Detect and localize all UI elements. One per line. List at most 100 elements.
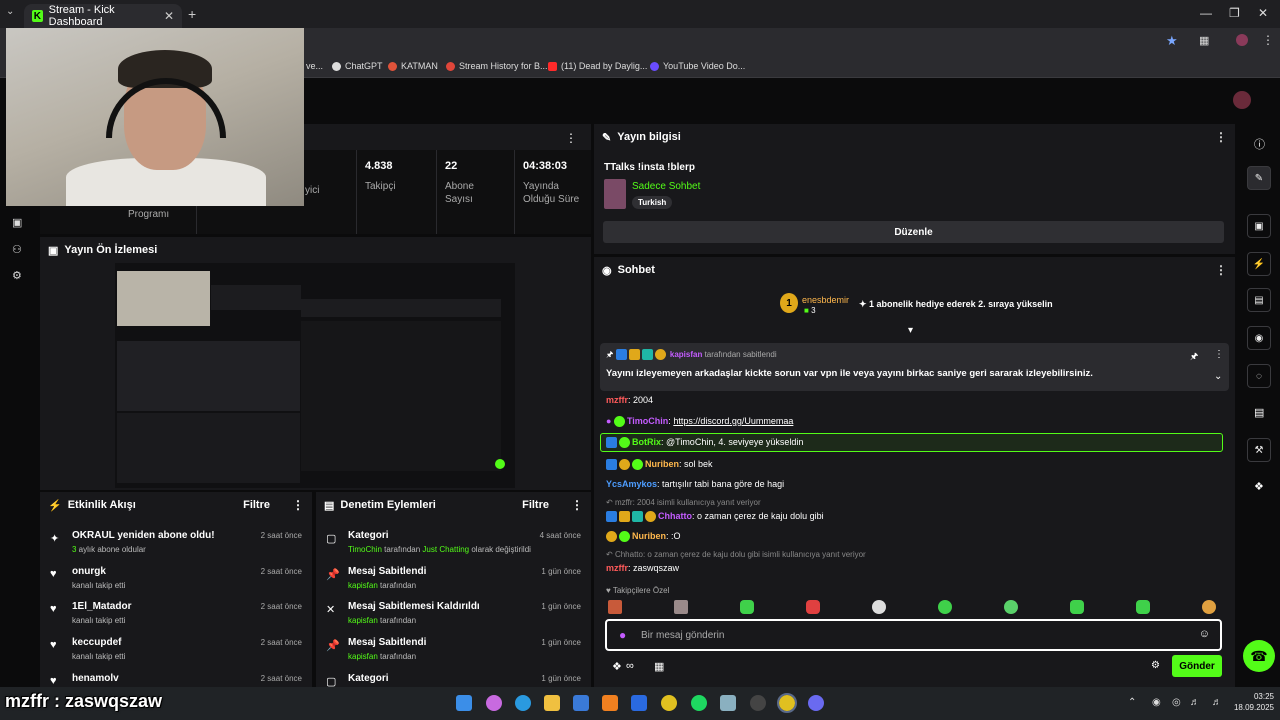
collapse-icon[interactable]: ▾ <box>908 325 913 336</box>
chat-username[interactable]: YcsAmykos <box>606 479 657 489</box>
volume-icon[interactable]: ♬ <box>1190 697 1200 708</box>
emote[interactable] <box>1004 600 1018 614</box>
chrome-icon[interactable] <box>661 695 677 711</box>
chat-username[interactable]: TimoChin <box>627 416 668 426</box>
emote[interactable] <box>608 600 622 614</box>
close-tab-icon[interactable]: ✕ <box>164 9 174 23</box>
file-explorer-icon[interactable] <box>544 695 560 711</box>
send-button[interactable]: Gönder <box>1172 655 1222 677</box>
bookmark-label: (11) Dead by Daylig... <box>561 61 648 71</box>
settings-icon[interactable]: ⚙ <box>12 269 22 282</box>
new-tab-icon[interactable]: + <box>188 6 196 22</box>
chat-kebab-icon[interactable]: ⋮ <box>1215 263 1227 277</box>
vlc-icon[interactable] <box>602 695 618 711</box>
chat-username[interactable]: mzffr <box>606 395 628 405</box>
browser-tab[interactable]: K Stream - Kick Dashboard ✕ <box>24 4 182 28</box>
spotify-icon[interactable] <box>691 695 707 711</box>
expand-icon[interactable]: ⌄ <box>1214 371 1222 382</box>
chat-input[interactable]: ● Bir mesaj gönderin ☺ <box>605 619 1222 651</box>
chat-link[interactable]: https://discord.gg/Uummemaa <box>673 416 793 426</box>
emote[interactable] <box>872 600 886 614</box>
stream-category[interactable]: Sadece Sohbet <box>632 181 700 192</box>
kick-apps-icon[interactable]: ❖ <box>1254 480 1264 493</box>
profile-avatar[interactable] <box>1236 34 1248 46</box>
emoji-icon[interactable]: ☺ <box>1199 628 1210 640</box>
moderation-kebab-icon[interactable]: ⋮ <box>571 498 583 512</box>
preview-toggle-icon[interactable]: ▣ <box>1247 214 1271 238</box>
pin-toggle-icon[interactable]: 🖈 <box>1190 349 1198 365</box>
windows-start-icon[interactable] <box>456 695 472 711</box>
bookmark-dead-by-daylight[interactable]: (11) Dead by Daylig... <box>548 61 647 71</box>
bookmark-youtube-downloader[interactable]: YouTube Video Do... <box>650 61 745 71</box>
edit-stream-button[interactable]: Düzenle <box>603 221 1224 243</box>
pinned-kebab-icon[interactable]: ⋮ <box>1214 349 1224 360</box>
discord-icon[interactable] <box>808 695 824 711</box>
emote[interactable] <box>938 600 952 614</box>
wrench-icon[interactable]: ⚒ <box>1247 438 1271 462</box>
heart-icon: ♥ <box>50 568 57 580</box>
edge-icon[interactable] <box>515 695 531 711</box>
activity-kebab-icon[interactable]: ⋮ <box>292 498 304 512</box>
emote[interactable] <box>1202 600 1216 614</box>
chat-username[interactable]: Nuriben <box>645 459 679 469</box>
bookmark-katman[interactable]: KATMAN <box>388 61 438 71</box>
activity-item-time: 2 saat önce <box>260 567 302 576</box>
kick-icon[interactable]: ❖ <box>612 660 622 673</box>
star-icon[interactable]: ★ <box>1166 33 1178 49</box>
app-icon[interactable] <box>631 695 647 711</box>
store-icon[interactable] <box>573 695 589 711</box>
gift-leader-name[interactable]: enesbdemir <box>802 295 849 305</box>
chat-username[interactable]: BotRix <box>632 437 661 447</box>
support-headset-icon[interactable]: ☎ <box>1243 640 1275 672</box>
tab-search-icon[interactable]: ⌄ <box>6 6 14 17</box>
chat-toggle-icon[interactable]: ◉ <box>1247 326 1271 350</box>
emote[interactable] <box>1070 600 1084 614</box>
infinity-icon[interactable]: ∞ <box>626 660 634 672</box>
layout-icon[interactable]: ▤ <box>1254 406 1264 419</box>
extensions-icon[interactable]: ▦ <box>1199 34 1209 47</box>
copilot-icon[interactable] <box>486 695 502 711</box>
browser-menu-icon[interactable]: ⋮ <box>1262 33 1274 47</box>
bookmark-chatgpt[interactable]: ChatGPT <box>332 61 383 71</box>
bookmark-stream-history[interactable]: Stream History for B... <box>446 61 548 71</box>
users-icon[interactable]: ⚇ <box>12 243 22 256</box>
chat-settings-icon[interactable]: ⚙ <box>1151 660 1160 671</box>
emote[interactable] <box>806 600 820 614</box>
moderation-filter-button[interactable]: Filtre <box>522 499 549 511</box>
wifi-icon[interactable]: ◎ <box>1172 697 1181 708</box>
speaker-icon[interactable]: ♬ <box>1212 697 1222 708</box>
mic-icon[interactable]: ● <box>619 628 626 642</box>
info-icon[interactable]: ⓘ <box>1254 136 1265 152</box>
edit-icon[interactable]: ✎ <box>1247 166 1271 190</box>
badge-icon <box>606 459 617 471</box>
emote[interactable] <box>740 600 754 614</box>
document-icon[interactable]: ▤ <box>1247 288 1271 312</box>
minimize-icon[interactable]: — <box>1200 6 1212 20</box>
emote[interactable] <box>674 600 688 614</box>
stream-preview-video[interactable] <box>115 263 515 488</box>
chrome-active-icon[interactable] <box>777 693 797 713</box>
chat-username[interactable]: mzffr <box>606 563 628 573</box>
close-window-icon[interactable]: ✕ <box>1258 6 1268 20</box>
maximize-icon[interactable]: ❐ <box>1229 6 1240 20</box>
activity-filter-button[interactable]: Filtre <box>243 499 270 511</box>
chat-username[interactable]: Chhatto <box>658 511 692 521</box>
channel-avatar[interactable] <box>1233 91 1251 109</box>
app-icon[interactable] <box>720 695 736 711</box>
chat-username[interactable]: Nuriben <box>632 531 666 541</box>
tray-chevron-icon[interactable]: ⌃ <box>1128 697 1136 708</box>
emote[interactable] <box>1136 600 1150 614</box>
preview-icon[interactable]: ▣ <box>12 216 22 229</box>
category-thumbnail[interactable] <box>604 179 626 209</box>
store-icon[interactable]: ▦ <box>654 660 664 673</box>
broadcast-icon[interactable]: ◌ <box>1247 364 1271 388</box>
stats-kebab-icon[interactable]: ⋮ <box>565 131 577 145</box>
tray-icon[interactable]: ◉ <box>1152 697 1161 708</box>
stream-info-kebab-icon[interactable]: ⋮ <box>1215 130 1227 144</box>
obs-icon[interactable] <box>750 695 766 711</box>
bolt-icon[interactable]: ⚡ <box>1247 252 1271 276</box>
pinned-by-text: tarafından sabitlendi <box>704 350 777 359</box>
system-clock[interactable]: 03:25 18.09.2025 <box>1226 691 1274 713</box>
bookmark-0[interactable]: ve... <box>306 61 323 71</box>
pinned-by-user[interactable]: kapisfan <box>670 350 702 359</box>
